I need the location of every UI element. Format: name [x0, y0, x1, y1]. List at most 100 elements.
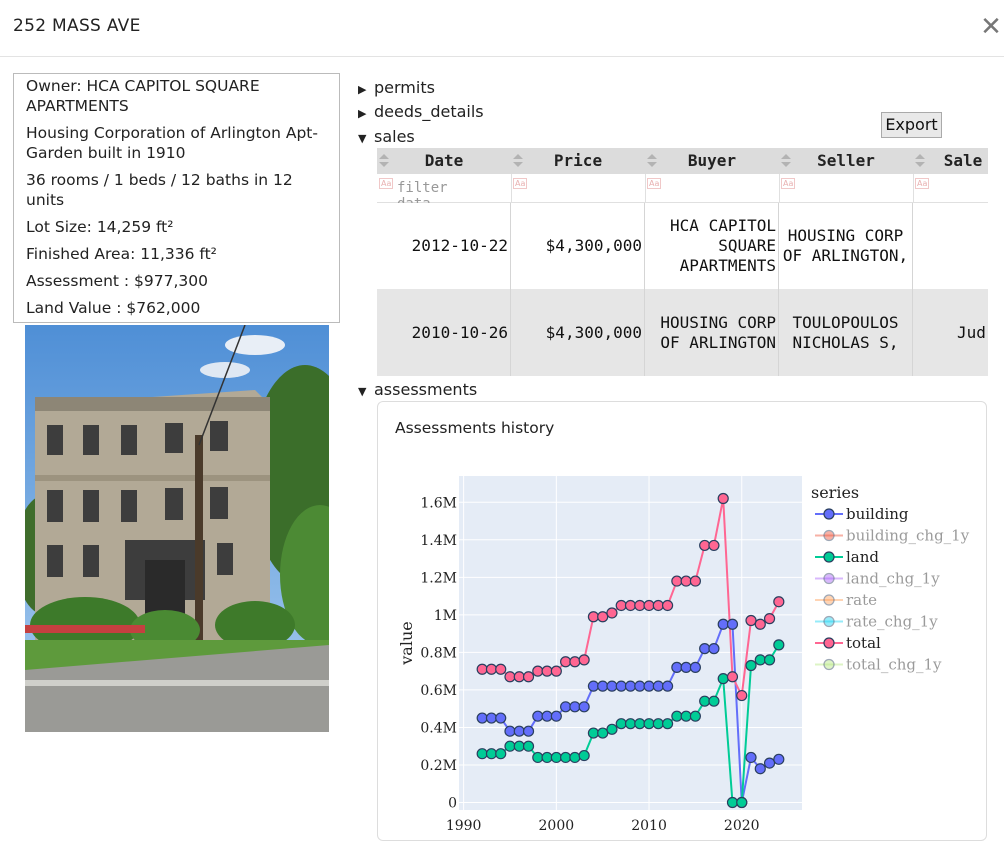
data-point-total[interactable] — [513, 671, 525, 683]
legend-swatch-marker[interactable] — [823, 637, 835, 649]
section-permits[interactable]: ▶ permits — [358, 78, 435, 97]
data-point-building[interactable] — [717, 618, 729, 630]
data-point-building[interactable] — [671, 661, 683, 673]
data-point-total[interactable] — [624, 599, 637, 612]
export-button[interactable]: Export — [881, 112, 942, 138]
data-point-total[interactable] — [652, 599, 664, 612]
legend-item-building_chg_1y[interactable]: building_chg_1y — [846, 527, 970, 545]
data-point-land[interactable] — [726, 796, 739, 809]
legend-swatch-marker[interactable] — [823, 658, 835, 671]
data-point-land[interactable] — [652, 718, 664, 730]
filter-input-date[interactable]: Aafilter data... — [377, 174, 512, 212]
column-header-sale[interactable]: Sale — [913, 148, 988, 174]
case-icon[interactable]: Aa — [513, 178, 528, 189]
data-point-total[interactable] — [754, 618, 766, 630]
legend-swatch-marker[interactable] — [823, 551, 835, 563]
data-point-land[interactable] — [485, 748, 498, 760]
data-point-total[interactable] — [680, 575, 692, 587]
data-point-total[interactable] — [485, 663, 498, 675]
data-point-land[interactable] — [624, 718, 637, 730]
column-header-buyer[interactable]: Buyer — [645, 148, 791, 174]
column-header-date[interactable]: Date — [377, 148, 523, 174]
data-point-total[interactable] — [763, 613, 776, 625]
data-point-land[interactable] — [560, 751, 572, 764]
sort-icon[interactable] — [379, 154, 389, 168]
data-point-land[interactable] — [569, 751, 581, 764]
data-point-building[interactable] — [569, 701, 581, 713]
data-point-building[interactable] — [606, 680, 618, 692]
data-point-building[interactable] — [680, 661, 692, 673]
data-point-building[interactable] — [504, 725, 516, 737]
data-point-total[interactable] — [634, 599, 646, 612]
data-point-land[interactable] — [699, 695, 711, 707]
data-point-total[interactable] — [560, 656, 572, 668]
data-point-land[interactable] — [754, 654, 766, 666]
legend-item-rate_chg_1y[interactable]: rate_chg_1y — [846, 613, 938, 631]
legend-swatch-marker[interactable] — [823, 572, 835, 585]
legend-swatch-marker[interactable] — [823, 508, 835, 520]
data-point-land[interactable] — [671, 710, 683, 722]
legend-item-rate[interactable]: rate — [846, 591, 877, 609]
data-point-total[interactable] — [736, 689, 748, 702]
section-sales[interactable]: ▼ sales — [358, 127, 415, 146]
data-point-total[interactable] — [773, 596, 785, 608]
data-point-building[interactable] — [476, 712, 488, 724]
data-point-land[interactable] — [504, 740, 516, 752]
data-point-land[interactable] — [587, 727, 600, 739]
data-point-land[interactable] — [717, 673, 729, 685]
data-point-land[interactable] — [708, 695, 720, 707]
data-point-land[interactable] — [550, 751, 562, 764]
data-point-total[interactable] — [689, 575, 701, 587]
data-point-total[interactable] — [708, 539, 720, 552]
legend-swatch-marker[interactable] — [823, 529, 835, 542]
assessments-chart[interactable]: 0 0.2M 0.4M 0.6M 0.8M 1M 1.2M 1.4M 1.6M 1990 2000 2… — [378, 402, 986, 842]
data-point-land[interactable] — [773, 639, 785, 651]
data-point-building[interactable] — [560, 701, 572, 713]
legend-swatch-marker[interactable] — [823, 594, 835, 606]
data-point-building[interactable] — [495, 712, 507, 724]
data-point-total[interactable] — [745, 614, 757, 627]
column-header-price[interactable]: Price — [511, 148, 657, 174]
filter-input-buyer[interactable]: Aa — [645, 174, 780, 202]
data-point-total[interactable] — [550, 665, 562, 677]
column-header-seller[interactable]: Seller — [779, 148, 925, 174]
data-point-building[interactable] — [699, 643, 711, 655]
data-point-land[interactable] — [643, 718, 655, 730]
data-point-land[interactable] — [606, 723, 618, 735]
data-point-land[interactable] — [661, 718, 674, 730]
data-point-total[interactable] — [532, 665, 544, 677]
data-point-land[interactable] — [541, 751, 553, 764]
data-point-land[interactable] — [513, 740, 525, 752]
data-point-land[interactable] — [578, 749, 590, 762]
data-point-land[interactable] — [745, 659, 757, 672]
legend-item-land_chg_1y[interactable]: land_chg_1y — [846, 570, 940, 588]
data-point-total[interactable] — [615, 599, 627, 612]
data-point-building[interactable] — [773, 753, 785, 765]
data-point-total[interactable] — [717, 492, 729, 505]
table-row[interactable]: 2010-10-26 $4,300,000 HOUSING CORP OF AR… — [377, 289, 988, 376]
data-point-land[interactable] — [532, 751, 544, 764]
data-point-total[interactable] — [726, 671, 739, 683]
section-assessments[interactable]: ▼ assessments — [358, 380, 477, 399]
legend-item-land[interactable]: land — [846, 548, 879, 566]
data-point-land[interactable] — [495, 748, 507, 760]
table-row[interactable]: 2012-10-22 $4,300,000 HCA CAPITOL SQUARE… — [377, 203, 988, 289]
data-point-land[interactable] — [736, 796, 748, 809]
section-deeds-details[interactable]: ▶ deeds_details — [358, 102, 484, 121]
data-point-building[interactable] — [726, 618, 739, 630]
case-icon[interactable]: Aa — [379, 178, 394, 189]
data-point-land[interactable] — [615, 718, 627, 730]
data-point-building[interactable] — [634, 680, 646, 692]
data-point-building[interactable] — [624, 680, 637, 692]
data-point-building[interactable] — [615, 680, 627, 692]
filter-input-price[interactable]: Aa — [511, 174, 646, 202]
data-point-building[interactable] — [541, 710, 553, 722]
data-point-building[interactable] — [550, 710, 562, 722]
data-point-building[interactable] — [532, 710, 544, 722]
data-point-building[interactable] — [597, 680, 609, 692]
data-point-building[interactable] — [587, 680, 600, 692]
case-icon[interactable]: Aa — [647, 178, 662, 189]
data-point-land[interactable] — [763, 654, 776, 666]
data-point-building[interactable] — [763, 757, 776, 769]
case-icon[interactable]: Aa — [781, 178, 796, 189]
